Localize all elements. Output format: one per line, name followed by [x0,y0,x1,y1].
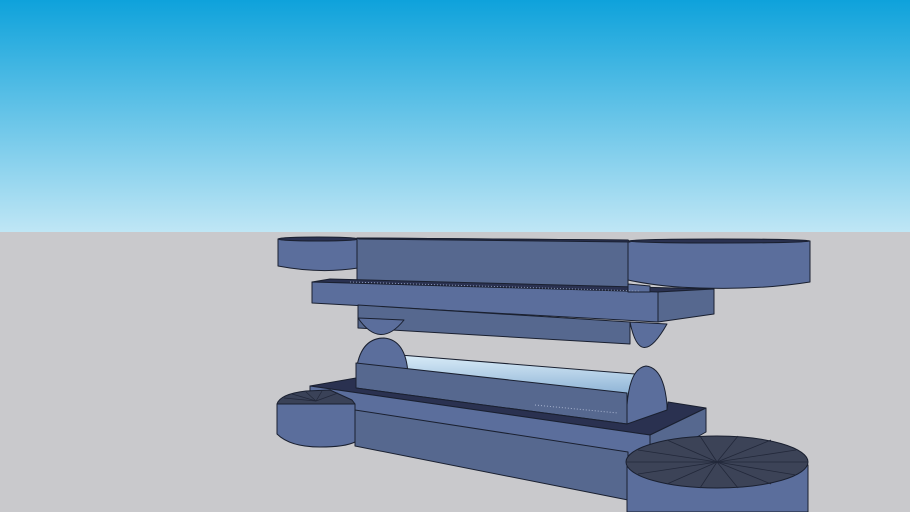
bottom-right-drum [625,435,809,512]
sky [0,0,910,232]
top-right-drum [627,238,811,289]
model-viewport[interactable] [0,0,910,512]
top-left-drum [277,236,359,272]
scene-svg [0,0,910,512]
